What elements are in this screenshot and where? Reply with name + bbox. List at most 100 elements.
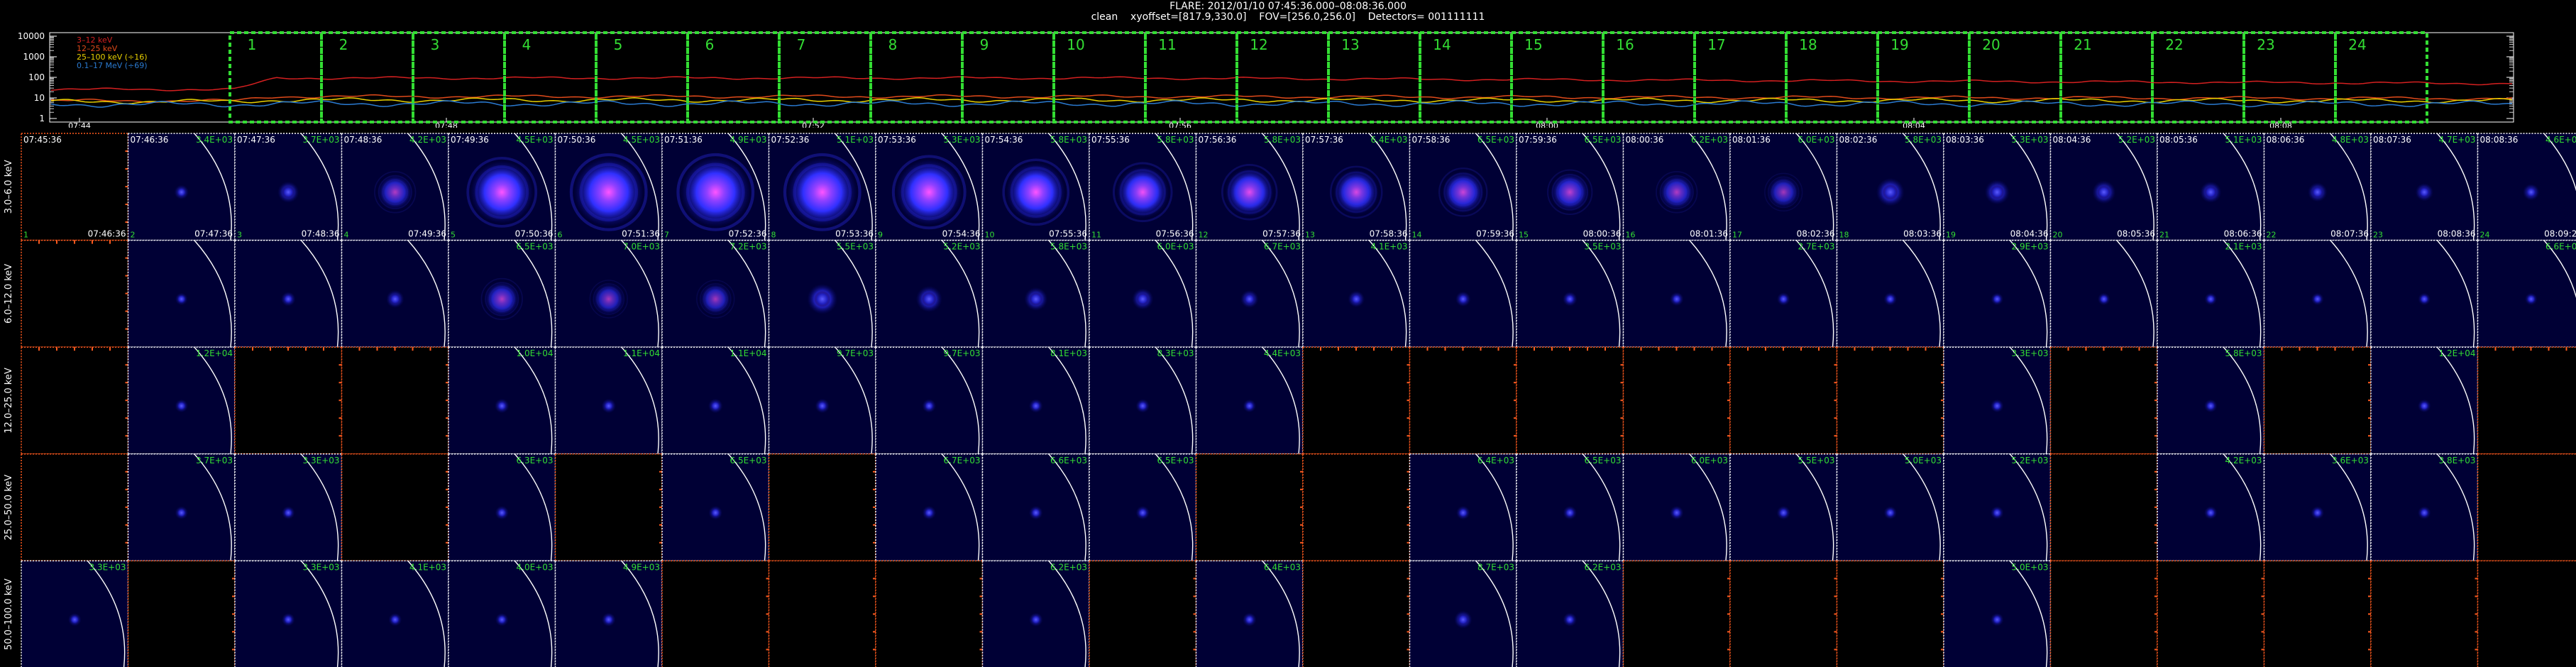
energy-band-label: 25.0–50.0 keV (4, 475, 14, 541)
peak-value-label: 4.4E+03 (1264, 348, 1301, 358)
interval-index-label: 17 (1732, 231, 1742, 240)
flare-source-core (283, 508, 293, 518)
start-time-label: 07:48:36 (344, 135, 382, 145)
image-cell: 7.2E+03 (661, 239, 770, 348)
peak-value-label: 9.7E+03 (944, 348, 981, 358)
start-time-label: 08:04:36 (2053, 135, 2091, 145)
start-time-label: 08:05:36 (2159, 135, 2198, 145)
image-cell (2370, 560, 2479, 667)
flare-source (1006, 162, 1066, 222)
peak-value-label: 6.5E+03 (1477, 135, 1514, 145)
image-cell (234, 239, 343, 348)
flare-source (1333, 169, 1380, 215)
peak-value-label: 1.2E+04 (2439, 348, 2476, 358)
flare-source (787, 158, 857, 227)
peak-value-label: 5.8E+03 (1050, 242, 1087, 252)
flare-source-core (177, 294, 187, 304)
image-cell: 07:54:36 07:55:36 10 5.8E+03 (981, 133, 1090, 241)
flare-source-core (2313, 508, 2323, 518)
interval-index-label: 11 (1091, 231, 1101, 240)
image-cell: 9.7E+03 (768, 346, 876, 455)
image-background (1837, 347, 1944, 454)
image-background (876, 561, 983, 667)
image-cell (2263, 560, 2372, 667)
peak-value-label: 5.2E+03 (944, 242, 981, 252)
image-cell (1089, 560, 1197, 667)
image-background (1196, 453, 1303, 561)
image-cell (1302, 560, 1411, 667)
interval-index-label: 23 (2373, 231, 2383, 240)
peak-value-label: 3.3E+03 (89, 562, 126, 572)
flare-source-core (390, 614, 400, 624)
end-time-label: 07:57:36 (1262, 229, 1301, 239)
flare-source-core (177, 401, 187, 411)
image-cell (1622, 346, 1731, 455)
peak-value-label: 3.6E+03 (2332, 456, 2369, 465)
peak-value-label: 3.3E+03 (303, 562, 340, 572)
image-background (21, 133, 128, 241)
flare-source-core (921, 292, 937, 307)
interval-index-label: 18 (1839, 231, 1849, 240)
peak-value-label: 4.0E+03 (517, 562, 554, 572)
interval-index-label: 1 (23, 231, 28, 240)
flare-source (1658, 175, 1695, 210)
image-cell: 07:58:36 07:59:36 14 6.5E+03 (1409, 133, 1517, 241)
flare-source-core (70, 614, 79, 624)
flare-source-core (2099, 294, 2109, 304)
image-background (1303, 561, 1410, 667)
image-background (128, 561, 235, 667)
start-time-label: 07:49:36 (451, 135, 489, 145)
flare-source-core (1778, 294, 1788, 304)
peak-value-label: 4.9E+03 (730, 135, 767, 145)
end-time-label: 08:07:36 (2330, 229, 2369, 239)
interval-index-label: 4 (344, 231, 349, 240)
image-cell: 08:04:36 08:05:36 20 5.2E+03 (2049, 133, 2158, 241)
image-cell (2370, 239, 2479, 348)
image-cell: 9.7E+03 (875, 346, 984, 455)
image-cell: 4.4E+03 (1195, 346, 1304, 455)
flare-source-core (924, 507, 935, 518)
peak-value-label: 5.0E+03 (2012, 562, 2049, 572)
flare-source-core (1886, 508, 1895, 518)
image-background (21, 240, 128, 348)
peak-value-label: 3.4E+03 (196, 135, 233, 145)
flare-source (1767, 176, 1800, 209)
start-time-label: 07:52:36 (771, 135, 810, 145)
flare-source-core (1882, 184, 1898, 200)
image-cell: 8.7E+03 (1409, 560, 1517, 667)
flare-source-core (1138, 507, 1148, 518)
flare-source (1551, 172, 1590, 212)
start-time-label: 07:58:36 (1412, 135, 1451, 145)
end-time-label: 07:48:36 (302, 229, 340, 239)
flare-source-core (1458, 507, 1468, 518)
image-background (2477, 453, 2576, 561)
start-time-label: 08:06:36 (2267, 135, 2305, 145)
image-cell (1622, 560, 1731, 667)
image-background (2477, 240, 2576, 348)
image-cell: 3.3E+03 (1943, 346, 2052, 455)
end-time-label: 07:50:36 (515, 229, 554, 239)
peak-value-label: 6.5E+03 (1585, 456, 1622, 465)
peak-value-label: 6.7E+03 (1264, 242, 1301, 252)
image-background (2264, 347, 2371, 454)
peak-value-label: 6.4E+03 (1371, 135, 1408, 145)
interval-index-label: 13 (1305, 231, 1315, 240)
image-cell: 5.8E+03 (2157, 346, 2265, 455)
flare-source-core (2311, 186, 2324, 199)
peak-value-label: 4.1E+03 (409, 562, 446, 572)
image-background (2050, 453, 2157, 561)
image-cell (768, 560, 876, 667)
flare-source (593, 283, 625, 315)
peak-value-label: 6.5E+03 (1585, 135, 1622, 145)
image-grid: 3.0–6.0 keV6.0–12.0 keV12.0–25.0 keV25.0… (4, 133, 2576, 667)
image-cell: 8.1E+03 (981, 346, 1090, 455)
flare-source-core (1350, 293, 1362, 305)
image-cell: 6.2E+03 (981, 560, 1090, 667)
image-cell (661, 560, 770, 667)
image-background (1517, 347, 1624, 454)
image-cell: 3.5E+03 (1516, 239, 1624, 348)
image-background (341, 453, 448, 561)
image-cell: 1.2E+04 (2370, 346, 2479, 455)
image-cell: 07:45:36 07:46:36 1 (21, 133, 129, 241)
image-cell: 2.7E+03 (1729, 239, 1838, 348)
